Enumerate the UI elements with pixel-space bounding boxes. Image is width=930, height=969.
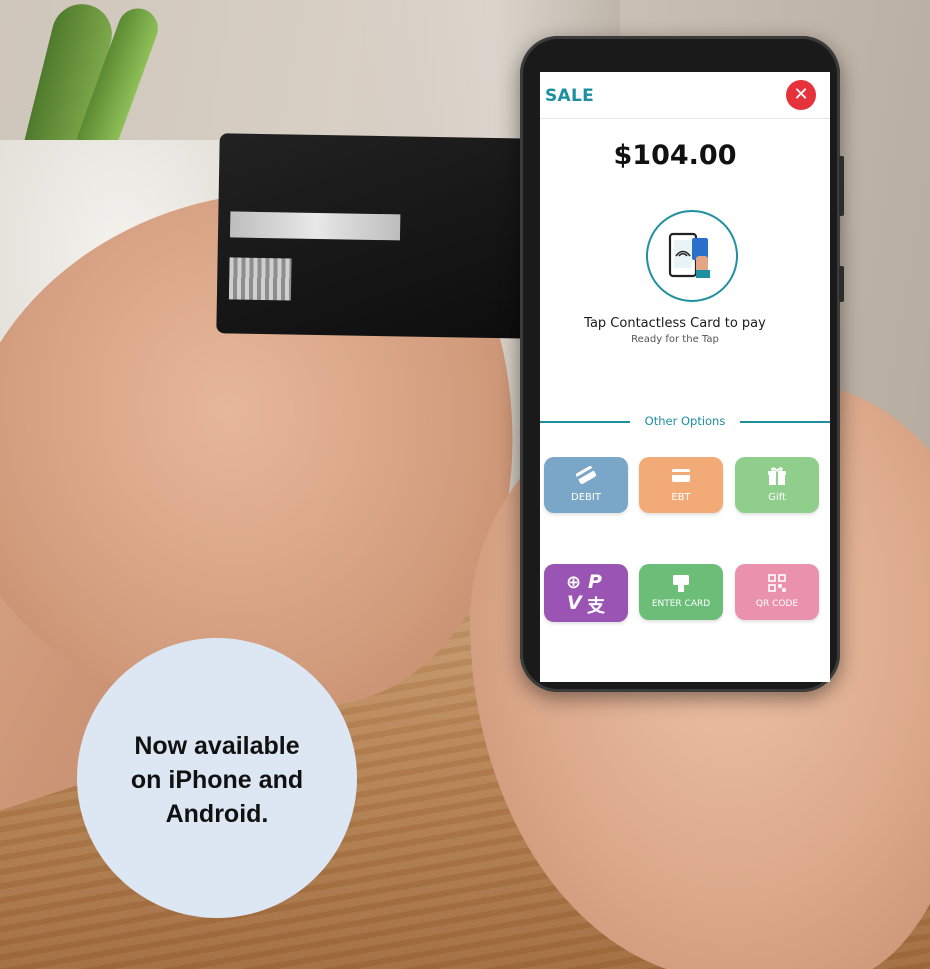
smartphone: SALE ✕ $104.00 Tap Contactless Card to p… (520, 36, 844, 692)
shopping-bag-icon: ⊕ (566, 572, 582, 593)
volume-button (839, 156, 844, 216)
enter-card-button[interactable]: ENTER CARD (639, 564, 723, 620)
close-button[interactable]: ✕ (786, 80, 816, 110)
enter-card-icon (639, 572, 723, 594)
availability-line-1: Now available (134, 732, 300, 760)
gift-button[interactable]: Gift (735, 457, 819, 513)
tile-label: DEBIT (571, 492, 601, 503)
ebt-button[interactable]: EBT (639, 457, 723, 513)
qr-code-icon (735, 572, 819, 594)
power-button (839, 266, 844, 302)
digital-wallet-button[interactable]: ⊕ P V 支 (544, 564, 628, 622)
availability-text: Now available on iPhone and Android. (77, 729, 357, 831)
paypal-icon: P (588, 571, 602, 593)
card-signature-strip (229, 211, 401, 241)
gift-icon (735, 465, 819, 487)
credit-card (216, 133, 540, 339)
payment-screen: SALE ✕ $104.00 Tap Contactless Card to p… (540, 72, 830, 682)
tap-prompt: Tap Contactless Card to pay (584, 316, 766, 331)
ebt-card-icon (639, 465, 723, 487)
close-icon: ✕ (793, 84, 809, 105)
wallet-payments-icon: ⊕ P V 支 (566, 571, 610, 617)
divider-line (740, 421, 830, 423)
tile-label: QR CODE (755, 599, 799, 609)
divider-line (540, 421, 630, 423)
page-title: SALE (545, 86, 595, 106)
tile-label: EBT (671, 492, 691, 503)
other-options-heading: Other Options (644, 414, 726, 428)
qr-code-button[interactable]: QR CODE (735, 564, 819, 620)
tile-label: Gift (768, 492, 786, 503)
availability-line-3: Android. (165, 800, 269, 828)
debit-button[interactable]: DEBIT (544, 457, 628, 513)
availability-line-2: on iPhone and (130, 766, 304, 794)
card-hologram (228, 257, 292, 301)
tap-status: Ready for the Tap (631, 334, 719, 345)
debit-card-icon (544, 465, 628, 487)
other-options-divider: Other Options (540, 412, 830, 432)
alipay-icon: 支 (587, 596, 605, 617)
sale-amount: $104.00 (613, 140, 737, 171)
tile-label: ENTER CARD (651, 599, 711, 609)
availability-badge: Now available on iPhone and Android. (77, 638, 357, 918)
venmo-icon: V (567, 592, 582, 614)
contactless-tap-icon (646, 210, 738, 302)
app-header: SALE ✕ (540, 72, 830, 119)
